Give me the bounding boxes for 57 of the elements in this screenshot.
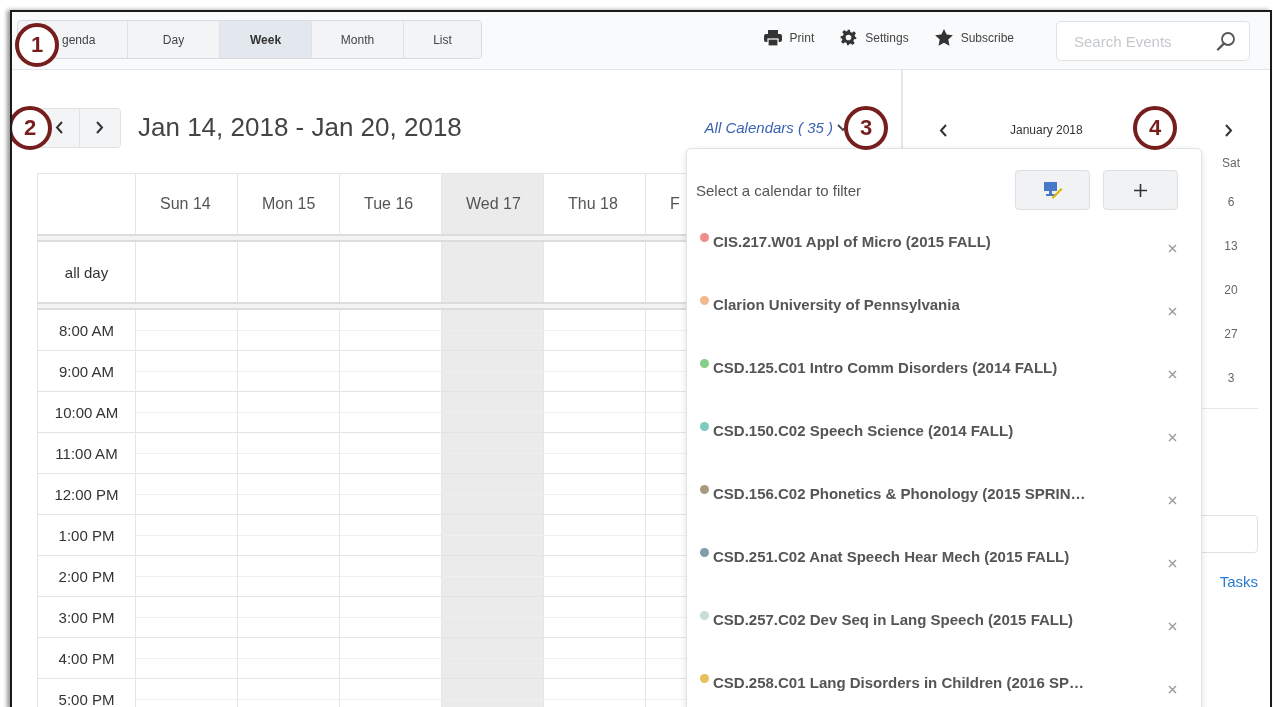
calendar-filter-link[interactable]: All Calendars ( 35 ) (704, 119, 833, 136)
close-icon[interactable] (1168, 244, 1177, 253)
calendar-name[interactable]: CIS.217.W01 Appl of Micro (2015 FALL) (713, 233, 991, 250)
chevron-left-icon (54, 121, 63, 134)
weekday-header: Sat (1222, 156, 1240, 172)
close-icon[interactable] (1168, 496, 1177, 505)
calendar-date[interactable]: 20 (1224, 268, 1238, 312)
callout-number: 3 (844, 106, 888, 150)
monitor-pencil-icon (1042, 181, 1063, 199)
time-label: 2:00 PM (38, 556, 135, 597)
calendar-name[interactable]: CSD.150.C02 Speech Science (2014 FALL) (713, 422, 1014, 439)
time-label: 3:00 PM (38, 597, 135, 638)
time-label: 5:00 PM (38, 679, 135, 707)
close-icon[interactable] (1168, 685, 1177, 694)
month-title: January 2018 (1010, 123, 1083, 137)
time-label: 11:00 AM (38, 433, 135, 474)
search-icon[interactable] (1216, 31, 1236, 51)
close-icon[interactable] (1168, 370, 1177, 379)
close-icon[interactable] (1168, 433, 1177, 442)
settings-button[interactable]: Settings (840, 29, 909, 46)
printer-icon (763, 29, 782, 46)
plus-icon (1134, 183, 1147, 197)
calendar-name[interactable]: CSD.258.C01 Lang Disorders in Children (2016 SP… (713, 674, 1084, 691)
subscribe-button[interactable]: Subscribe (934, 29, 1014, 46)
calendar-date[interactable]: 6 (1227, 180, 1235, 224)
add-calendar-button[interactable] (1103, 170, 1178, 210)
time-label: 8:00 AM (38, 310, 135, 351)
calendar-name[interactable]: CSD.156.C02 Phonetics & Phonology (2015 SPRIN… (713, 485, 1086, 502)
close-icon[interactable] (1168, 307, 1177, 316)
day-header[interactable]: Wed 17 (442, 174, 544, 234)
time-label: 12:00 PM (38, 474, 135, 515)
calendar-date[interactable]: 3 (1227, 356, 1235, 400)
time-label: 10:00 AM (38, 392, 135, 433)
time-label: 9:00 AM (38, 351, 135, 392)
calendar-name[interactable]: CSD.125.C01 Intro Comm Disorders (2014 FALL) (713, 359, 1058, 376)
callout-number: 4 (1133, 106, 1177, 150)
calendar-name[interactable]: CSD.257.C02 Dev Seq in Lang Speech (2015 FALL) (713, 611, 1074, 628)
settings-icon (840, 29, 858, 46)
calendar-name[interactable]: Clarion University of Pennsylvania (713, 296, 960, 313)
star-icon (934, 29, 953, 46)
callout-number: 2 (12, 106, 52, 150)
close-icon[interactable] (1168, 622, 1177, 631)
view-tab[interactable]: genda (62, 21, 128, 58)
chevron-right-icon (96, 121, 104, 134)
time-label: 4:00 PM (38, 638, 135, 679)
calendar-name[interactable]: CSD.251.C02 Anat Speech Hear Mech (2015 FALL) (713, 548, 1070, 565)
tasks-link[interactable]: Tasks (1219, 573, 1258, 590)
time-label: 1:00 PM (38, 515, 135, 556)
manage-calendars-button[interactable] (1015, 170, 1090, 210)
search-field[interactable]: Search Events (1056, 21, 1250, 61)
filter-prompt: Select a calendar to filter (696, 181, 862, 199)
close-icon[interactable] (1168, 559, 1177, 568)
date-range-title: Jan 14, 2018 - Jan 20, 2018 (138, 112, 462, 143)
view-tab[interactable]: Week (220, 21, 312, 58)
calendar-date[interactable]: 13 (1224, 224, 1238, 268)
calendar-date[interactable]: 27 (1224, 312, 1238, 356)
print-button[interactable]: Print (763, 29, 815, 46)
